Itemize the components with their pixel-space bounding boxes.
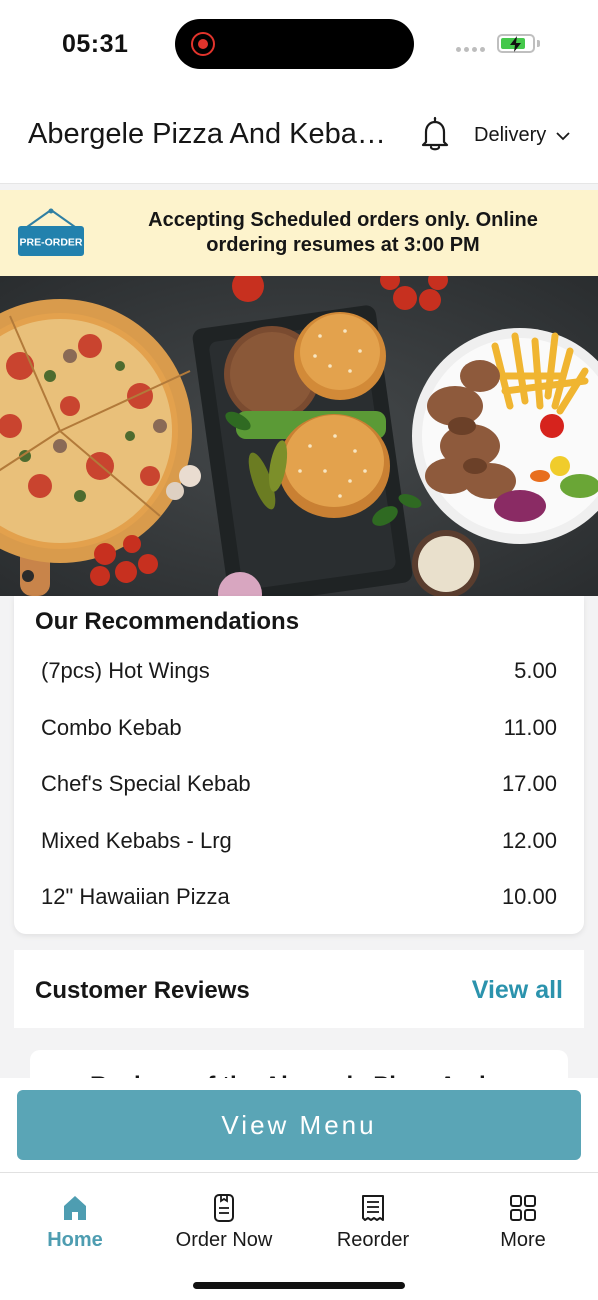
recommendation-item[interactable]: Mixed Kebabs - Lrg 12.00 bbox=[41, 828, 557, 885]
bell-icon[interactable] bbox=[420, 116, 450, 157]
bottom-tab-bar: Home Order Now Reorder More bbox=[0, 1172, 598, 1300]
item-price: 17.00 bbox=[501, 771, 557, 796]
tab-home[interactable]: Home bbox=[15, 1193, 135, 1252]
recommendation-item[interactable]: 12" Hawaiian Pizza 10.00 bbox=[41, 884, 557, 941]
battery-tip bbox=[537, 40, 540, 47]
home-icon bbox=[64, 1196, 86, 1220]
banner-message: Accepting Scheduled orders only. Online … bbox=[148, 209, 538, 256]
status-bar: 05:31 bbox=[0, 0, 598, 90]
recommendations-title: Our Recommendations bbox=[35, 608, 300, 635]
view-menu-button[interactable]: View Menu bbox=[17, 1090, 581, 1160]
status-time: 05:31 bbox=[62, 30, 129, 58]
dynamic-island bbox=[175, 19, 414, 69]
receipt-icon bbox=[362, 1195, 384, 1221]
recommendation-item[interactable]: (7pcs) Hot Wings 5.00 bbox=[41, 658, 557, 715]
item-price: 11.00 bbox=[503, 714, 557, 740]
hero-food-image bbox=[0, 276, 598, 596]
recommendations-card: Our Recommendations (7pcs) Hot Wings 5.0… bbox=[14, 596, 584, 934]
item-price: 10.00 bbox=[501, 884, 557, 909]
preorder-tag-label: PRE-ORDER bbox=[19, 237, 82, 249]
item-name: Combo Kebab bbox=[41, 714, 182, 740]
tab-reorder[interactable]: Reorder bbox=[313, 1193, 433, 1252]
item-price: 5.00 bbox=[514, 658, 557, 683]
recommendation-item[interactable]: Chef's Special Kebab 17.00 bbox=[41, 771, 557, 828]
delivery-selector[interactable]: Delivery bbox=[474, 124, 570, 147]
item-name: 12" Hawaiian Pizza bbox=[41, 884, 230, 909]
reviews-header: Customer Reviews View all bbox=[14, 950, 584, 1028]
restaurant-title: Abergele Pizza And Kebab House bbox=[28, 118, 400, 150]
item-name: (7pcs) Hot Wings bbox=[41, 658, 210, 683]
battery-icon bbox=[497, 34, 535, 53]
phone-order-icon bbox=[214, 1194, 234, 1222]
preorder-sign-icon: PRE-ORDER bbox=[17, 207, 85, 262]
view-menu-bar: View Menu bbox=[0, 1078, 598, 1172]
tab-label: Order Now bbox=[175, 1229, 273, 1251]
recording-icon bbox=[191, 32, 215, 56]
grid-icon bbox=[510, 1195, 536, 1221]
recommendation-item[interactable]: Combo Kebab 11.00 bbox=[41, 715, 557, 772]
tab-label: Reorder bbox=[336, 1229, 410, 1251]
signal-icon bbox=[456, 47, 485, 52]
chevron-down-icon bbox=[556, 131, 570, 140]
home-indicator[interactable] bbox=[193, 1282, 405, 1289]
tab-order-now[interactable]: Order Now bbox=[164, 1193, 284, 1252]
tab-more[interactable]: More bbox=[463, 1193, 583, 1252]
item-name: Chef's Special Kebab bbox=[41, 771, 251, 796]
reviews-title: Customer Reviews bbox=[35, 977, 250, 1004]
view-all-link[interactable]: View all bbox=[472, 976, 563, 1005]
recommendations-list: (7pcs) Hot Wings 5.00 Combo Kebab 11.00 … bbox=[41, 658, 557, 941]
preorder-banner: Accepting Scheduled orders only. Online … bbox=[0, 190, 598, 276]
item-price: 12.00 bbox=[501, 827, 557, 853]
header: Abergele Pizza And Kebab House Delivery bbox=[0, 90, 598, 184]
delivery-label: Delivery bbox=[474, 124, 547, 146]
tab-label: Home bbox=[47, 1229, 103, 1251]
tab-label: More bbox=[500, 1229, 546, 1251]
item-name: Mixed Kebabs - Lrg bbox=[41, 827, 232, 853]
